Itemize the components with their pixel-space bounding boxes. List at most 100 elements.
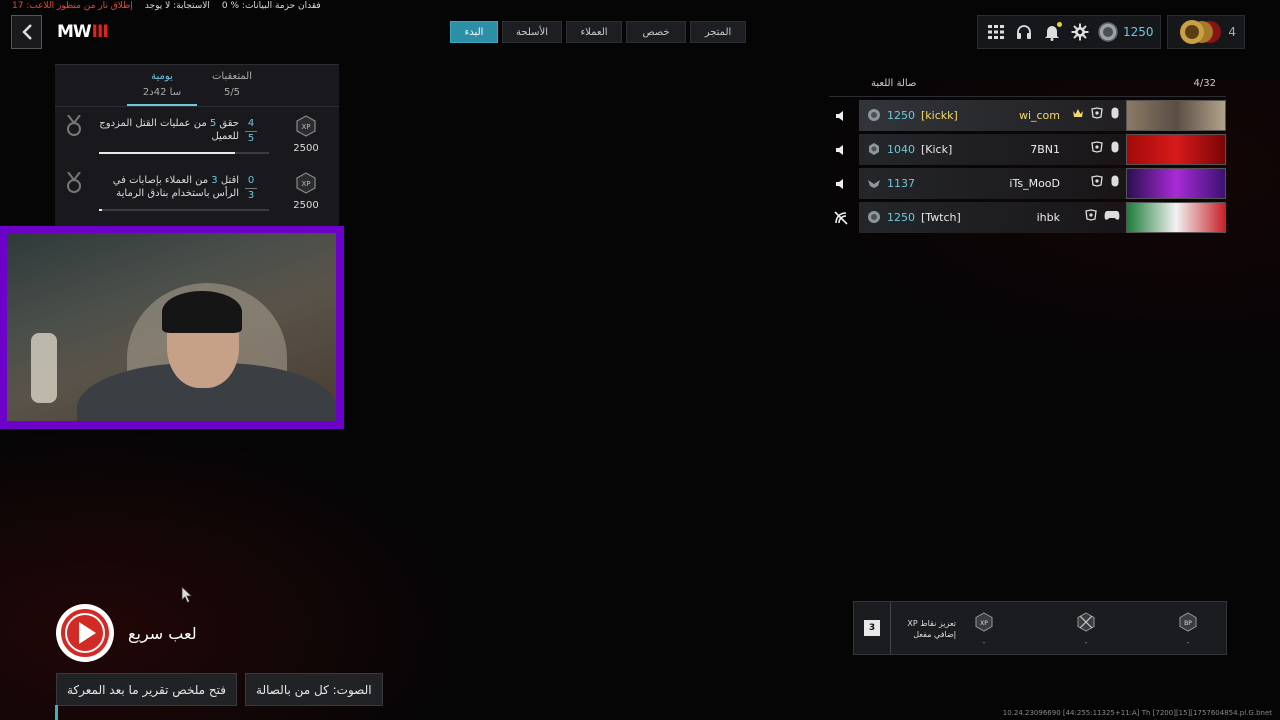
notifications-icon[interactable]: [1040, 20, 1064, 44]
tab-store[interactable]: المتجر: [690, 21, 746, 43]
player-rank-value: 1040: [887, 143, 915, 156]
webcam-person-hat: [162, 291, 242, 333]
tab-daily[interactable]: يومية 2سا 42د: [127, 65, 197, 106]
speaker-icon[interactable]: [829, 178, 853, 190]
challenge-row[interactable]: حقق 5 من عمليات القتل المزدوج للعميل 4 5…: [55, 107, 339, 164]
player-name: iTs_MooD: [1009, 177, 1060, 190]
tab-start[interactable]: البدء: [450, 21, 498, 43]
chevron-left-icon: [21, 24, 32, 40]
network-status-bar: فقدان حزمة البيانات: % 0 الاستجابة: لا ي…: [12, 1, 321, 11]
rank-icon: [868, 180, 880, 188]
speaker-icon[interactable]: [829, 144, 853, 156]
platform-icon: [1091, 175, 1103, 187]
xp-token[interactable]: BP -: [1176, 612, 1200, 647]
microphone-muted-icon[interactable]: [829, 210, 853, 226]
calling-card: [1126, 168, 1226, 199]
svg-text:BP: BP: [1184, 620, 1192, 627]
xp-reward: XP 2500: [281, 172, 331, 211]
fire-warning-status: إطلاق نار من منظور اللاعب: 17: [12, 1, 133, 11]
calling-card: [1126, 134, 1226, 165]
daily-timer: 2سا 42د: [142, 87, 182, 98]
logo-suffix: III: [91, 22, 109, 42]
settings-gear-icon[interactable]: [1068, 20, 1092, 44]
player-status-icons: [1090, 175, 1120, 187]
xp-value: 2500: [293, 143, 319, 154]
progress-fill: [99, 152, 235, 154]
challenge-desc-prefix: اقتل: [217, 175, 239, 186]
progress-current: 0: [245, 174, 257, 189]
quick-play-label: لعب سريع: [128, 623, 197, 643]
lobby-count: 4/32: [1193, 78, 1216, 89]
xp-token-value: -: [982, 638, 986, 647]
lobby-player-row[interactable]: 1040 [Kick] 7BN1: [829, 134, 1226, 165]
lobby-player-row[interactable]: 1137 iTs_MooD: [829, 168, 1226, 199]
challenge-description: حقق 5 من عمليات القتل المزدوج للعميل: [89, 117, 239, 143]
cod-points-value: 1250: [1123, 25, 1154, 39]
calling-card: [1126, 202, 1226, 233]
challenge-row[interactable]: اقتل 3 من العملاء بإصابات في الرأس باستخ…: [55, 164, 339, 221]
trackers-title: المتعقبات: [212, 71, 252, 82]
tab-customize[interactable]: خصص: [626, 21, 686, 43]
challenge-desc-prefix: حقق: [216, 118, 239, 129]
player-status-icons: [1084, 209, 1120, 221]
quick-play-button[interactable]: [56, 604, 114, 662]
xp-value: 2500: [293, 200, 319, 211]
tab-operators[interactable]: العملاء: [566, 21, 622, 43]
player-name: wi_com: [1018, 109, 1060, 122]
player-profile[interactable]: 4: [1167, 15, 1245, 49]
svg-text:XP: XP: [301, 180, 310, 188]
quick-play[interactable]: لعب سريع: [56, 604, 197, 662]
xp-reward: XP 2500: [281, 115, 331, 154]
data-loss-status: فقدان حزمة البيانات: % 0: [221, 1, 321, 11]
xp-token-value: -: [1084, 638, 1088, 647]
speaker-icon[interactable]: [829, 110, 853, 122]
webcam-video: [7, 233, 336, 421]
webcam-overlay: [0, 226, 344, 429]
xp-token-value: -: [1186, 638, 1190, 647]
challenge-progress-bar: [99, 152, 269, 154]
voice-channel-button[interactable]: الصوت: كل من بالصالة: [245, 673, 383, 706]
player-clan-tag: [Twtch]: [921, 211, 961, 224]
controller-icon: [1104, 211, 1120, 220]
challenges-panel: يومية 2سا 42د المتعقبات 5/5 حقق 5 من عمل…: [55, 64, 339, 228]
progress-total: 3: [247, 190, 255, 201]
mouse-icon: [1111, 107, 1119, 119]
cod-points[interactable]: 1250: [1098, 22, 1154, 42]
main-nav: البدء الأسلحة العملاء خصص المتجر: [450, 21, 746, 43]
platform-icon: [1091, 107, 1103, 119]
lobby-player-row[interactable]: 1250 [Twtch] ihbk: [829, 202, 1226, 233]
progress-total: 5: [247, 133, 255, 144]
mouse-icon: [1111, 175, 1119, 187]
webcam-background-object: [31, 333, 57, 403]
back-button[interactable]: [11, 15, 42, 49]
player-name: 7BN1: [1030, 143, 1060, 156]
headset-icon[interactable]: [1012, 20, 1036, 44]
game-logo: MW III: [57, 22, 109, 42]
rank-icon: [868, 109, 880, 121]
platform-icon: [1091, 141, 1103, 153]
challenge-description: اقتل 3 من العملاء بإصابات في الرأس باستخ…: [89, 174, 239, 200]
mouse-icon: [1111, 141, 1119, 153]
build-info: 10.24.23096690 [44:255:11325+11:A] Th [7…: [1002, 709, 1272, 717]
progress-current: 4: [245, 117, 257, 132]
tab-weapons[interactable]: الأسلحة: [502, 21, 562, 43]
medal-icon: [65, 171, 83, 198]
xp-badge-icon: XP: [296, 115, 316, 137]
play-icon: [59, 607, 111, 659]
tab-trackers[interactable]: المتعقبات 5/5: [197, 65, 267, 106]
player-rank-value: 1250: [887, 211, 915, 224]
lobby-header: صالة اللعبة 4/32: [829, 71, 1226, 97]
trackers-count: 5/5: [223, 87, 241, 98]
focus-indicator: [55, 705, 58, 720]
xp-token[interactable]: -: [1074, 612, 1098, 647]
xp-token[interactable]: XP -: [972, 612, 996, 647]
calling-card: [1126, 100, 1226, 131]
grid-menu-icon[interactable]: [984, 20, 1008, 44]
after-action-report-button[interactable]: فتح ملخص تقرير ما بعد المعركة: [56, 673, 238, 706]
xp-boost-panel: 3 تعزيز نقاط XP إضافي مفعل XP - - BP -: [853, 601, 1227, 655]
lobby-player-row[interactable]: 1250 [kickk] wi_com: [829, 100, 1226, 131]
daily-title: يومية: [151, 71, 173, 82]
divider: [890, 602, 891, 654]
challenges-tabs: يومية 2سا 42د المتعقبات 5/5: [55, 65, 339, 107]
top-toolbar: 1250: [977, 15, 1161, 49]
